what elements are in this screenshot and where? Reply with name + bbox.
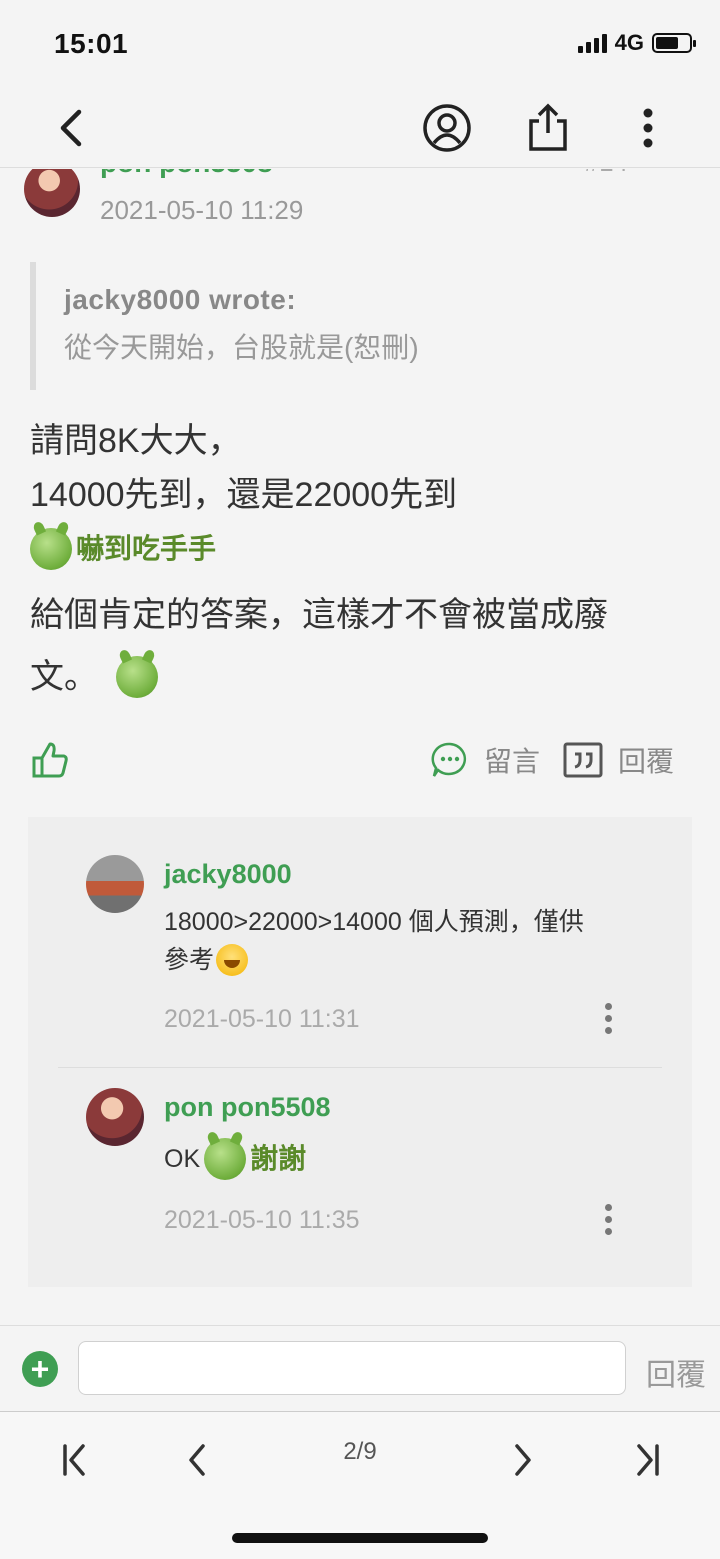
comment-timestamp: 2021-05-10 11:35 bbox=[164, 1206, 360, 1234]
quote-block: jacky8000 wrote: 從今天開始，台股就是(恕刪) bbox=[30, 262, 690, 390]
post-body: 請問8K大大， 14000先到，還是22000先到 嚇到吃手手 給個肯定的答案，… bbox=[30, 414, 700, 704]
chevron-right-icon bbox=[515, 1444, 531, 1476]
profile-button[interactable] bbox=[417, 98, 477, 158]
reply-button[interactable]: 回覆 bbox=[562, 740, 674, 780]
comment-text: 18000>22000>14000 個人預測，僅供 參考 bbox=[164, 908, 584, 976]
more-menu-button[interactable] bbox=[618, 98, 678, 158]
post-author[interactable]: pon pon5508 bbox=[100, 169, 273, 179]
battery-icon bbox=[652, 33, 696, 53]
first-page-button[interactable] bbox=[44, 1430, 104, 1490]
sticker-scared: 嚇到吃手手 bbox=[30, 522, 216, 576]
comment-text: OK 謝謝 bbox=[164, 1138, 644, 1180]
happy-blob-icon bbox=[204, 1138, 247, 1180]
post-content-area: pon pon5508 #14 2021-05-10 11:29 jacky80… bbox=[0, 169, 720, 1325]
chevron-left-icon bbox=[60, 109, 82, 147]
avatar[interactable] bbox=[86, 855, 144, 913]
quote-author: jacky8000 wrote: bbox=[64, 284, 297, 315]
home-indicator bbox=[232, 1533, 488, 1543]
post-timestamp: 2021-05-10 11:29 bbox=[100, 195, 304, 225]
comments-panel: jacky8000 18000>22000>14000 個人預測，僅供 參考 2… bbox=[28, 817, 692, 1287]
like-button[interactable] bbox=[30, 740, 70, 780]
signal-icon bbox=[577, 33, 607, 53]
status-bar: 15:01 4G bbox=[0, 0, 720, 88]
avatar[interactable] bbox=[86, 1088, 144, 1146]
comment-more-icon[interactable] bbox=[604, 1204, 612, 1235]
network-type: 4G bbox=[614, 30, 644, 55]
laughing-emoji-icon bbox=[216, 944, 249, 976]
post-body-line: 文。 bbox=[30, 658, 98, 696]
last-page-icon bbox=[637, 1444, 659, 1476]
share-button[interactable] bbox=[518, 98, 578, 158]
reply-input[interactable] bbox=[78, 1341, 626, 1395]
more-vertical-icon bbox=[643, 108, 653, 148]
reply-send-button[interactable]: 回覆 bbox=[646, 1350, 706, 1394]
post-header: pon pon5508 #14 2021-05-10 11:29 bbox=[0, 169, 720, 239]
next-page-button[interactable] bbox=[494, 1430, 554, 1490]
reply-label: 回覆 bbox=[618, 746, 675, 777]
comment-author[interactable]: pon pon5508 bbox=[164, 1092, 331, 1123]
prev-page-button[interactable] bbox=[166, 1430, 226, 1490]
comment-timestamp: 2021-05-10 11:31 bbox=[164, 1005, 360, 1033]
top-nav-bar bbox=[0, 88, 720, 168]
quote-text: 從今天開始，台股就是(恕刪) bbox=[64, 332, 419, 363]
post-body-line: 14000先到，還是22000先到 bbox=[30, 476, 458, 514]
back-button[interactable] bbox=[42, 98, 102, 158]
share-icon bbox=[529, 103, 567, 151]
last-page-button[interactable] bbox=[618, 1430, 678, 1490]
avatar[interactable] bbox=[24, 169, 80, 217]
chevron-left-icon bbox=[189, 1444, 205, 1476]
status-indicators: 4G bbox=[577, 30, 696, 56]
status-time: 15:01 bbox=[54, 28, 129, 59]
comment-author[interactable]: jacky8000 bbox=[164, 859, 292, 890]
comment-button[interactable]: 留言 bbox=[430, 740, 540, 780]
page-indicator: 2/9 bbox=[343, 1438, 377, 1465]
add-attachment-button[interactable]: + bbox=[22, 1351, 58, 1387]
quote-icon bbox=[563, 742, 603, 778]
user-circle-icon bbox=[423, 104, 471, 152]
plus-icon: + bbox=[30, 1351, 50, 1387]
comment-more-icon[interactable] bbox=[604, 1003, 612, 1034]
pagination-bar: 2/9 bbox=[0, 1411, 720, 1559]
post-body-line: 給個肯定的答案，這樣才不會被當成廢 bbox=[30, 596, 608, 634]
reply-bar: + 回覆 bbox=[0, 1325, 720, 1411]
comment-bubble-icon bbox=[431, 742, 467, 777]
comment-item: jacky8000 18000>22000>14000 個人預測，僅供 參考 2… bbox=[28, 817, 692, 1067]
comment-item: pon pon5508 OK 謝謝 2021-05-10 11:35 bbox=[28, 1068, 692, 1287]
post-actions: 留言 回覆 bbox=[0, 734, 720, 790]
scared-blob-icon bbox=[30, 528, 72, 570]
first-page-icon bbox=[63, 1444, 85, 1476]
comment-label: 留言 bbox=[484, 746, 541, 777]
post-number: #14 bbox=[585, 169, 628, 178]
laughing-blob-icon bbox=[116, 656, 158, 698]
post-body-line: 請問8K大大， bbox=[30, 422, 242, 460]
thumbs-up-icon bbox=[32, 742, 68, 778]
